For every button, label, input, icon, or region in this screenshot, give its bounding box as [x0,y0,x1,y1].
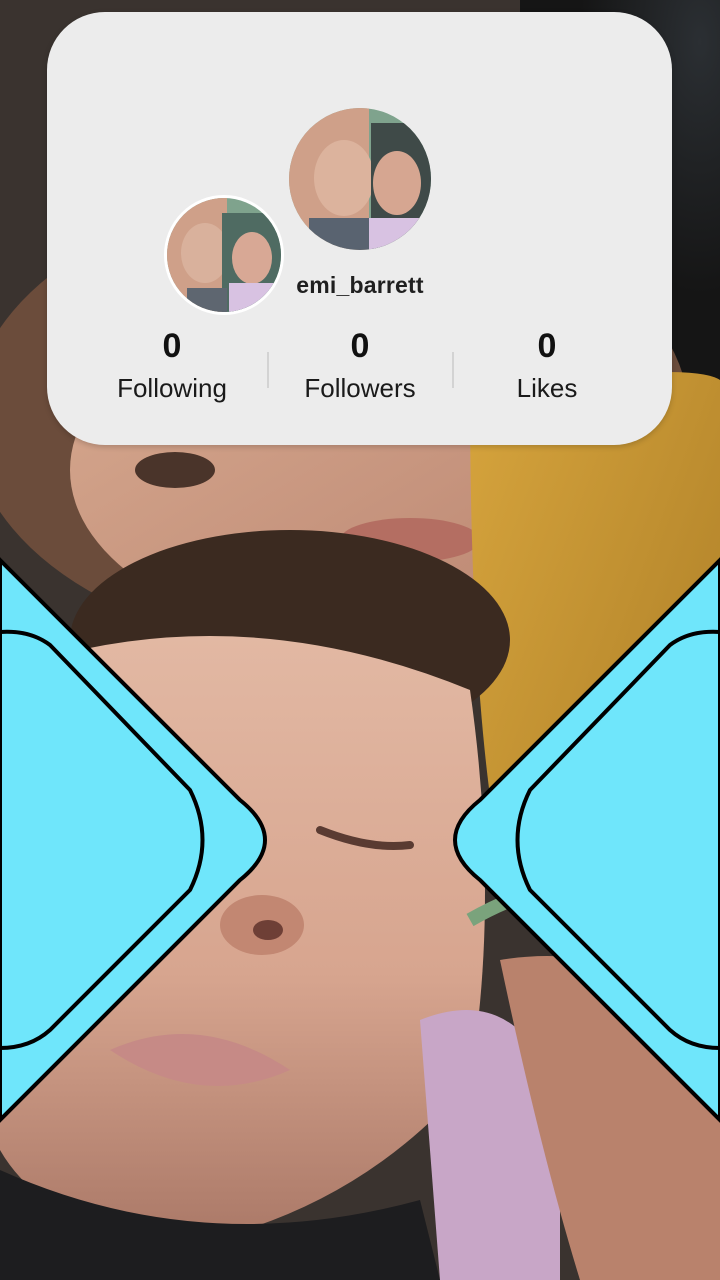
profile-avatar[interactable] [289,108,431,250]
stat-divider [267,352,269,388]
following-label: Following [117,373,227,403]
followers-stat[interactable]: 0 Followers [270,324,450,406]
stat-divider [452,352,454,388]
video-stage[interactable]: emi_barrett 0 Following 0 Followers 0 Li… [0,0,720,1280]
followers-label: Followers [304,373,416,403]
likes-stat[interactable]: 0 Likes [457,324,637,406]
profile-card: emi_barrett 0 Following 0 Followers 0 Li… [47,12,672,445]
profile-photo-icon [289,108,431,250]
username[interactable]: emi_barrett [252,272,468,299]
likes-count: 0 [537,327,557,365]
likes-label: Likes [516,373,578,403]
following-stat[interactable]: 0 Following [82,324,262,406]
following-count: 0 [162,327,182,365]
followers-count: 0 [350,327,370,365]
